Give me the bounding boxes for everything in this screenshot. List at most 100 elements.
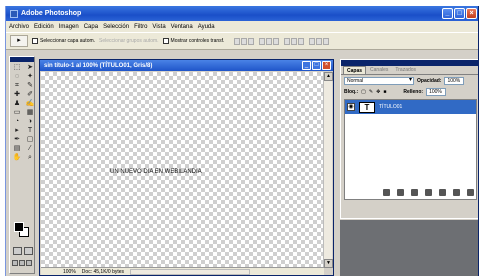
menu-vista[interactable]: Vista bbox=[152, 24, 165, 30]
type-layer-thumbnail: T bbox=[359, 101, 375, 113]
type-tool-icon[interactable]: T bbox=[24, 127, 36, 135]
close-button[interactable]: × bbox=[466, 8, 477, 19]
slice-tool-icon[interactable]: ✎ bbox=[24, 82, 36, 90]
scroll-down-icon[interactable]: ▼ bbox=[324, 259, 333, 268]
distribute-top-icon[interactable] bbox=[284, 37, 291, 45]
horizontal-scrollbar[interactable] bbox=[130, 268, 251, 275]
lock-all-icon[interactable]: ■ bbox=[383, 89, 386, 95]
show-transform-label: Mostrar controles transf. bbox=[170, 38, 225, 44]
app-title-bar: Adobe Photoshop _ □ × bbox=[6, 6, 478, 21]
menu-filtro[interactable]: Filtro bbox=[134, 24, 147, 30]
maximize-button[interactable]: □ bbox=[454, 8, 465, 19]
full-screen-icon[interactable] bbox=[26, 260, 32, 266]
opacity-label: Opacidad: bbox=[417, 77, 442, 84]
show-transform-option[interactable]: Mostrar controles transf. bbox=[162, 38, 225, 44]
dodge-tool-icon[interactable]: ◑ bbox=[24, 118, 36, 126]
zoom-level[interactable]: 100% bbox=[63, 269, 76, 275]
align-top-icon[interactable] bbox=[234, 37, 241, 45]
hand-tool-icon[interactable]: ✋ bbox=[11, 154, 23, 162]
document-title-bar: sin título-1 al 100% (TÍTULO01, Gris/8) bbox=[40, 60, 333, 71]
blur-tool-icon[interactable]: ◔ bbox=[11, 118, 23, 126]
layer-name[interactable]: TÍTULO01 bbox=[379, 104, 402, 110]
distribute-left-icon[interactable] bbox=[309, 37, 316, 45]
pen-tool-icon[interactable]: ✒ bbox=[11, 136, 23, 144]
layer-style-icon[interactable] bbox=[397, 189, 404, 196]
layers-list: ◉ T TÍTULO01 bbox=[344, 99, 477, 200]
notes-tool-icon[interactable]: ▤ bbox=[11, 145, 23, 153]
lock-position-icon[interactable]: ✥ bbox=[376, 89, 380, 95]
menu-archivo[interactable]: Archivo bbox=[9, 24, 29, 30]
distribute-right-icon[interactable] bbox=[323, 37, 330, 45]
document-close-button[interactable]: × bbox=[322, 61, 331, 70]
scroll-up-icon[interactable]: ▲ bbox=[324, 72, 333, 81]
gradient-tool-icon[interactable]: ▦ bbox=[24, 109, 36, 117]
new-layer-icon[interactable] bbox=[453, 189, 460, 196]
tab-trazados[interactable]: Trazados bbox=[392, 66, 419, 74]
clone-stamp-tool-icon[interactable]: ♟ bbox=[11, 100, 23, 108]
align-left-icon[interactable] bbox=[259, 37, 266, 45]
canvas[interactable]: UN NUEVO DIA EN WEBILANDIA bbox=[41, 72, 324, 268]
full-screen-menu-icon[interactable] bbox=[19, 260, 25, 266]
vertical-scrollbar[interactable]: ▲ ▼ bbox=[323, 72, 333, 268]
healing-brush-tool-icon[interactable]: ✚ bbox=[11, 91, 23, 99]
adjustment-layer-icon[interactable] bbox=[425, 189, 432, 196]
shape-tool-icon[interactable]: ▢ bbox=[24, 136, 36, 144]
blend-mode-select[interactable]: Normal bbox=[344, 76, 414, 85]
auto-select-checkbox[interactable] bbox=[32, 38, 38, 44]
standard-screen-icon[interactable] bbox=[12, 260, 18, 266]
tab-canales[interactable]: Canales bbox=[367, 66, 391, 74]
crop-tool-icon[interactable]: ⌗ bbox=[11, 82, 23, 90]
auto-select-group-option: Seleccionar grupos autom. bbox=[99, 38, 159, 44]
opacity-input[interactable]: 100% bbox=[444, 76, 465, 85]
menu-ayuda[interactable]: Ayuda bbox=[198, 24, 215, 30]
menu-capa[interactable]: Capa bbox=[84, 24, 98, 30]
menu-edicion[interactable]: Edición bbox=[34, 24, 54, 30]
align-bottom-icon[interactable] bbox=[248, 37, 255, 45]
zoom-tool-icon[interactable]: ⌕ bbox=[24, 154, 36, 162]
tab-capas[interactable]: Capas bbox=[343, 66, 367, 74]
lock-row: Bloq.: ▢ ✎ ✥ ■ Relleno: 100% bbox=[341, 86, 478, 97]
lasso-tool-icon[interactable]: ◌ bbox=[11, 73, 23, 81]
tool-preset-picker[interactable]: ▸ bbox=[10, 35, 28, 47]
lock-pixels-icon[interactable]: ✎ bbox=[369, 89, 373, 95]
move-tool-icon[interactable]: ➤ bbox=[24, 64, 36, 72]
eyedropper-tool-icon[interactable]: ⁄ bbox=[24, 145, 36, 153]
align-center-icon[interactable] bbox=[266, 37, 273, 45]
app-title: Adobe Photoshop bbox=[21, 10, 82, 17]
align-right-icon[interactable] bbox=[273, 37, 280, 45]
path-selection-tool-icon[interactable]: ▸ bbox=[11, 127, 23, 135]
trash-icon[interactable] bbox=[467, 189, 474, 196]
layer-row[interactable]: ◉ T TÍTULO01 bbox=[345, 100, 476, 114]
document-info[interactable]: Doc: 45,1K/0 bytes bbox=[82, 269, 124, 275]
menu-ventana[interactable]: Ventana bbox=[171, 24, 193, 30]
eraser-tool-icon[interactable]: ▭ bbox=[11, 109, 23, 117]
foreground-color-swatch[interactable] bbox=[14, 222, 24, 232]
auto-select-option[interactable]: Seleccionar capa autom. bbox=[32, 38, 95, 44]
align-middle-icon[interactable] bbox=[241, 37, 248, 45]
document-maximize-button[interactable]: □ bbox=[312, 61, 321, 70]
show-transform-checkbox[interactable] bbox=[162, 38, 169, 44]
history-brush-tool-icon[interactable]: ✍ bbox=[24, 100, 36, 108]
layers-panel-tabs: Capas Canales Trazados bbox=[341, 66, 478, 75]
distribute-bottom-icon[interactable] bbox=[298, 37, 305, 45]
quick-mask-buttons bbox=[13, 247, 33, 255]
brush-tool-icon[interactable]: ✐ bbox=[24, 91, 36, 99]
distribute-middle-icon[interactable] bbox=[291, 37, 298, 45]
fill-input[interactable]: 100% bbox=[426, 87, 447, 96]
document-minimize-button[interactable]: _ bbox=[302, 61, 311, 70]
minimize-button[interactable]: _ bbox=[442, 8, 453, 19]
visibility-eye-icon[interactable]: ◉ bbox=[347, 103, 355, 111]
layer-mask-icon[interactable] bbox=[411, 189, 418, 196]
quick-mask-mode-icon[interactable] bbox=[24, 247, 33, 255]
marquee-tool-icon[interactable]: ⬚ bbox=[11, 64, 23, 72]
fill-label: Relleno: bbox=[403, 88, 424, 95]
menu-seleccion[interactable]: Selección bbox=[103, 24, 129, 30]
link-layers-icon[interactable] bbox=[383, 189, 390, 196]
standard-mode-icon[interactable] bbox=[13, 247, 22, 255]
distribute-center-icon[interactable] bbox=[316, 37, 323, 45]
lock-transparency-icon[interactable]: ▢ bbox=[361, 89, 366, 95]
magic-wand-tool-icon[interactable]: ✦ bbox=[24, 73, 36, 81]
menu-imagen[interactable]: Imagen bbox=[59, 24, 79, 30]
photoshop-app-icon bbox=[10, 9, 18, 18]
new-group-icon[interactable] bbox=[439, 189, 446, 196]
